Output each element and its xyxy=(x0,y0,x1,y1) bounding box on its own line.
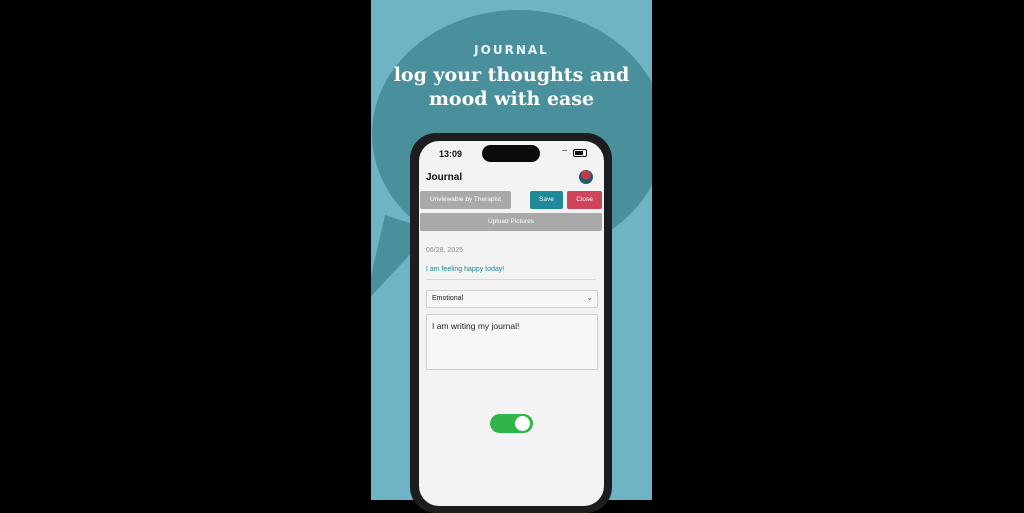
toggle-knob xyxy=(515,416,530,431)
journal-body-textarea[interactable]: I am writing my journal! xyxy=(426,314,598,370)
page-title: Journal xyxy=(426,172,463,183)
phone-screen: 13:09 ⌔ Journal Unviewable by Therapist … xyxy=(419,141,604,506)
battery-icon xyxy=(572,148,587,157)
status-bar: 13:09 ⌔ xyxy=(419,141,604,167)
unviewable-button[interactable]: Unviewable by Therapist xyxy=(420,191,511,209)
entry-date: 06/28, 2025 xyxy=(426,247,463,254)
category-select[interactable]: Emotional ⌄ xyxy=(426,290,598,308)
dynamic-island xyxy=(482,145,540,162)
status-icons: ⌔ xyxy=(561,148,587,158)
chevron-down-icon: ⌄ xyxy=(586,293,593,302)
journal-body-text: I am writing my journal! xyxy=(432,321,520,331)
privacy-toggle[interactable] xyxy=(490,414,533,433)
divider xyxy=(426,279,596,280)
promo-eyebrow: JOURNAL xyxy=(474,43,549,57)
status-time: 13:09 xyxy=(439,149,463,159)
headline-line-2: mood with ease xyxy=(428,88,595,110)
mood-title-field[interactable]: I am feeling happy today! xyxy=(426,266,504,273)
close-button[interactable]: Close xyxy=(567,191,602,209)
upload-pictures-button[interactable]: Upload Pictures xyxy=(420,213,602,231)
category-select-value: Emotional xyxy=(432,295,464,302)
wifi-icon: ⌔ xyxy=(561,148,570,157)
save-button[interactable]: Save xyxy=(530,191,563,209)
headline-line-1: log your thoughts and xyxy=(393,64,630,86)
avatar[interactable] xyxy=(579,170,593,184)
promo-headline: log your thoughts and mood with ease xyxy=(371,63,652,111)
